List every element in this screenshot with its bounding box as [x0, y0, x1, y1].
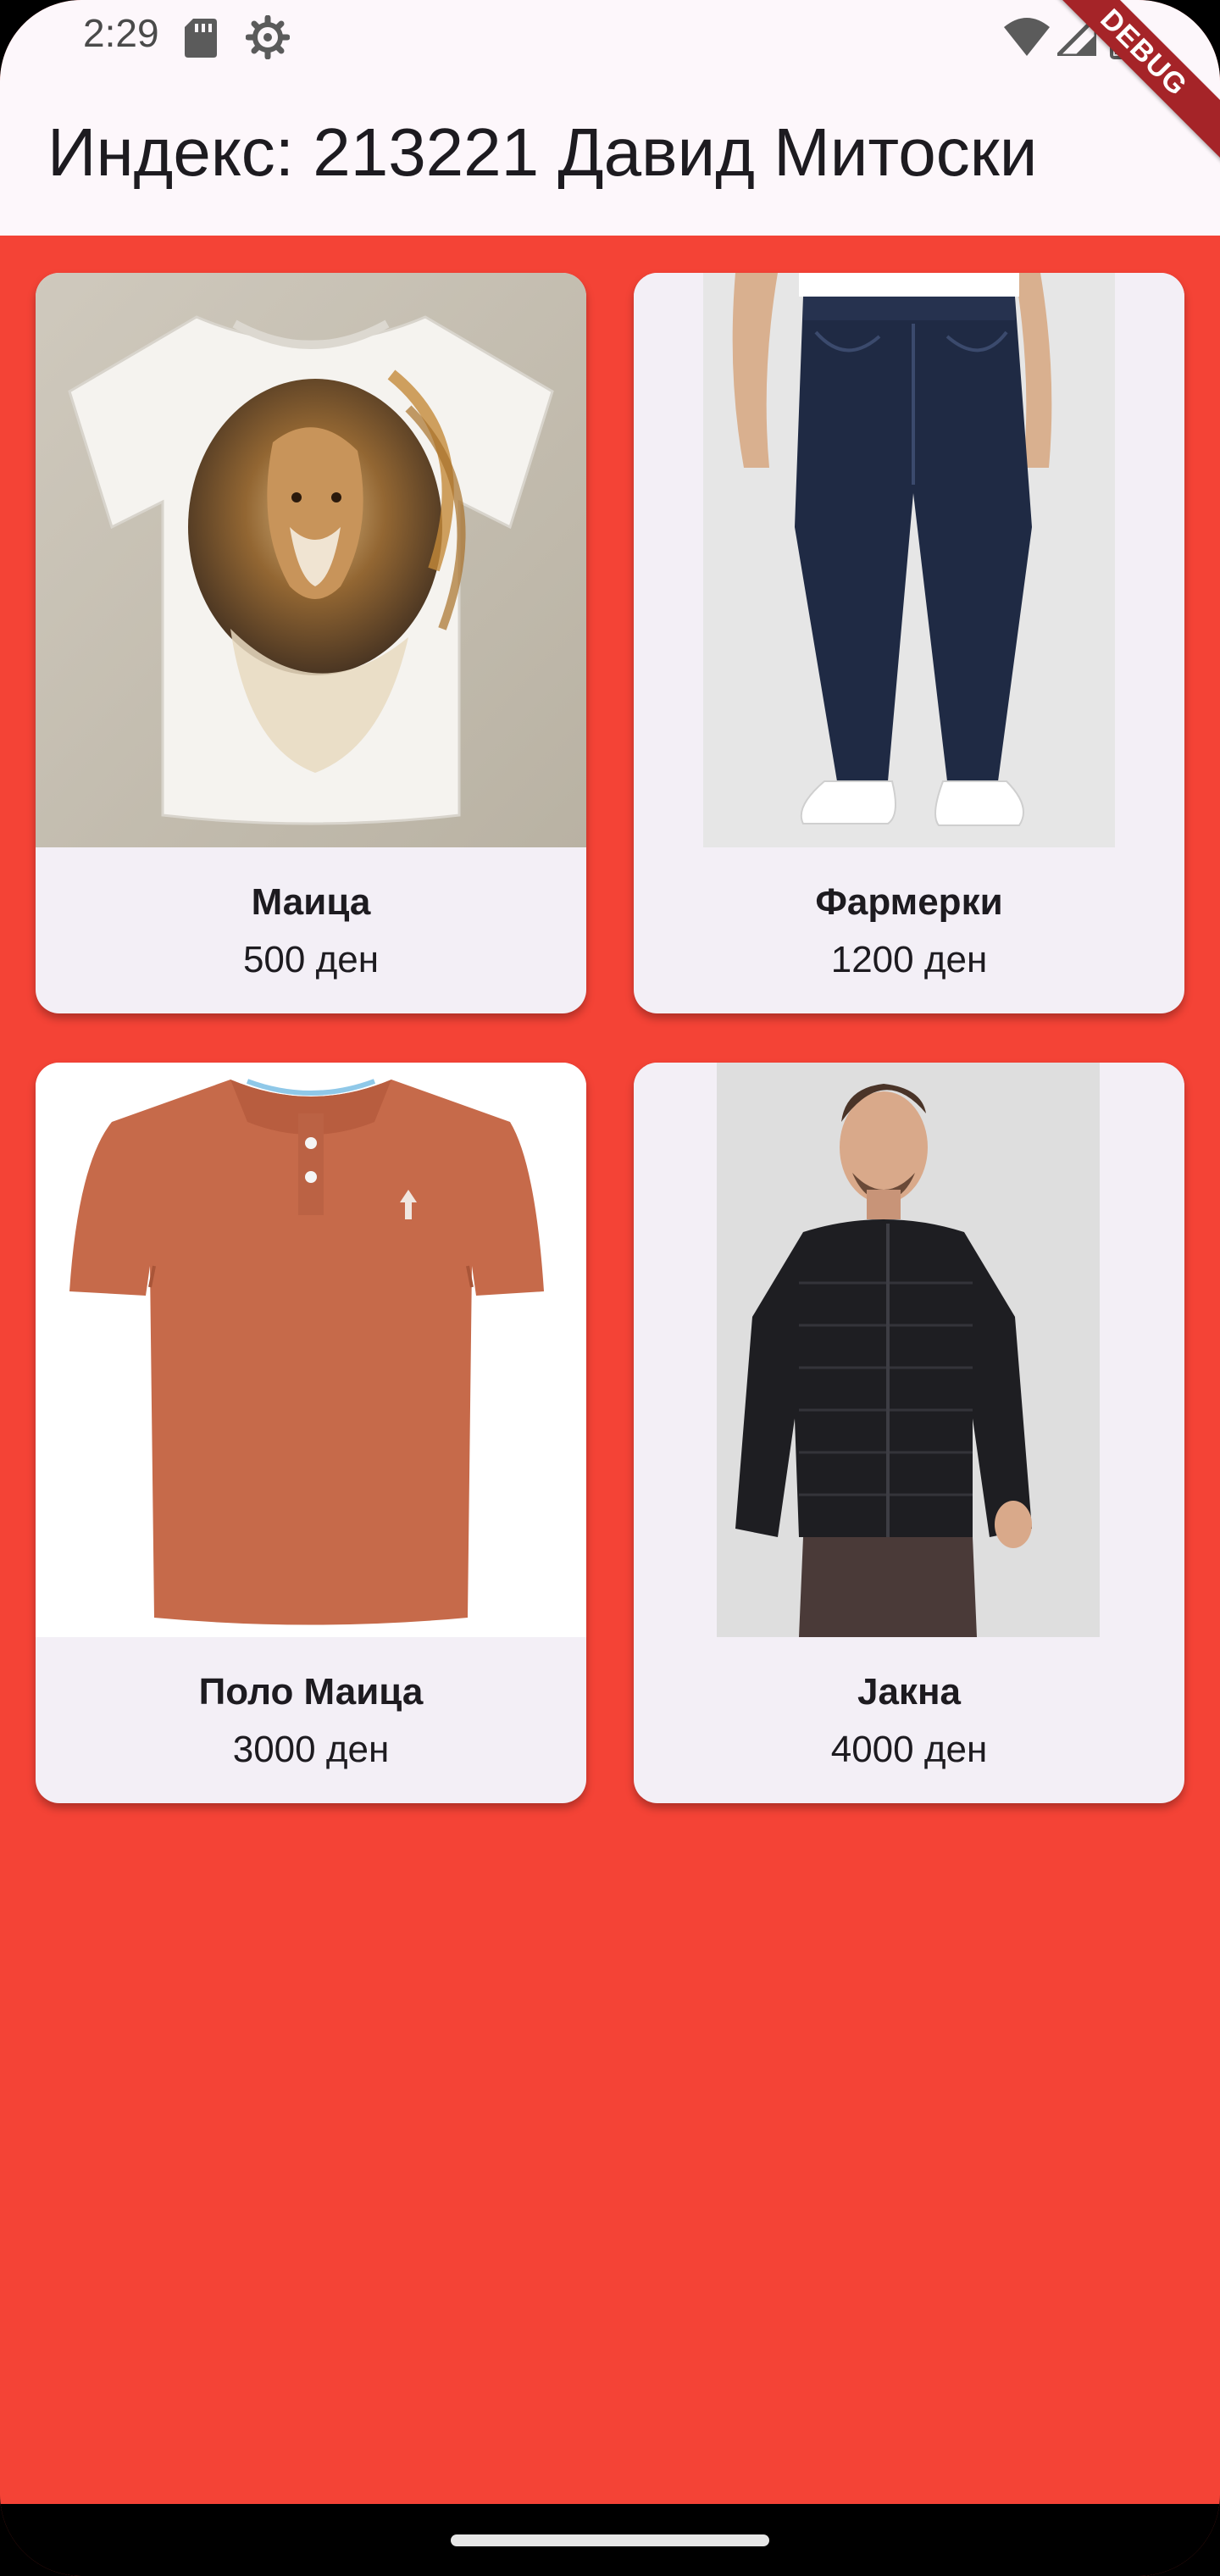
product-name: Поло Маица	[198, 1671, 424, 1713]
home-gesture-handle[interactable]	[451, 2534, 769, 2546]
product-price: 500 ден	[242, 939, 380, 980]
status-bar: 2:29	[0, 0, 1220, 78]
product-card[interactable]: Маица 500 ден	[36, 273, 586, 1013]
app-bar: 2:29 Индекс: 213221 Давид Митоски	[0, 0, 1220, 236]
product-price: 4000 ден	[830, 1729, 988, 1770]
product-name: Јакна	[857, 1671, 961, 1713]
product-card[interactable]: Фармерки 1200 ден	[634, 273, 1184, 1013]
product-price: 3000 ден	[232, 1729, 390, 1770]
sd-card-icon	[185, 19, 217, 58]
product-name: Маица	[251, 881, 371, 923]
product-price: 1200 ден	[830, 939, 988, 980]
wifi-icon	[1004, 18, 1050, 56]
gear-icon	[246, 15, 290, 59]
orange-polo-shirt-image	[36, 1063, 586, 1637]
white-lion-tshirt-image	[36, 273, 586, 847]
app-screen: 2:29 Индекс: 213221 Давид Митоски DEBUG …	[0, 0, 1220, 2576]
page-title: Индекс: 213221 Давид Митоски	[47, 114, 1038, 190]
product-grid: Маица 500 ден Фармерки 1200 ден Поло Маи…	[36, 273, 1184, 1803]
product-card[interactable]: Јакна 4000 ден	[634, 1063, 1184, 1803]
system-navigation-bar	[0, 2504, 1220, 2576]
product-card[interactable]: Поло Маица 3000 ден	[36, 1063, 586, 1803]
jeans-image	[634, 273, 1184, 847]
product-name: Фармерки	[815, 881, 1003, 923]
status-time: 2:29	[83, 11, 159, 55]
black-jacket-image	[634, 1063, 1184, 1637]
